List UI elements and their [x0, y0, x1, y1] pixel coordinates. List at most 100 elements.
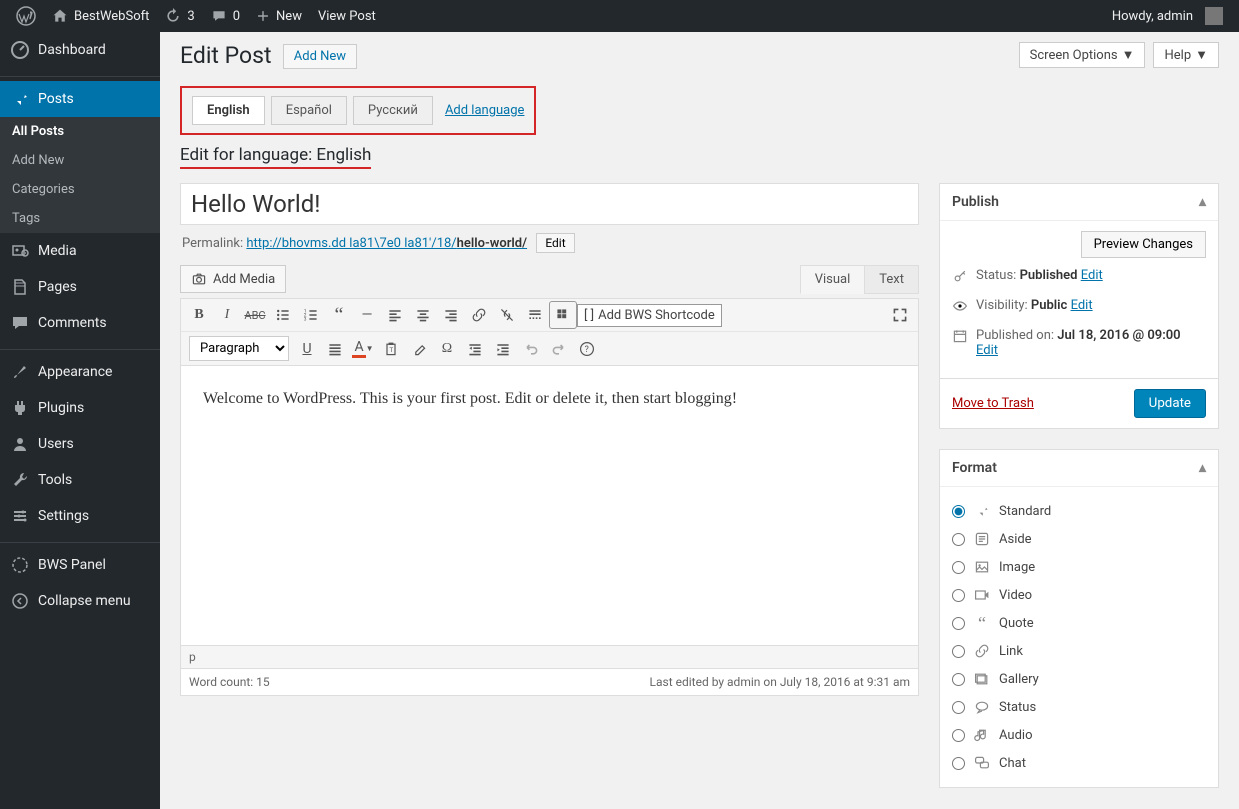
format-chat[interactable]: Chat [952, 749, 1206, 777]
format-image[interactable]: Image [952, 553, 1206, 581]
update-button[interactable]: Update [1134, 389, 1206, 418]
lang-tab-spanish[interactable]: Español [271, 96, 347, 125]
shortcode-icon: [ ] [584, 308, 594, 323]
key-icon [952, 268, 968, 288]
menu-tools[interactable]: Tools [0, 462, 160, 498]
main-content: Screen Options ▼ Help ▼ Edit Post Add Ne… [160, 32, 1239, 809]
sub-tags[interactable]: Tags [0, 204, 160, 233]
format-audio[interactable]: Audio [952, 721, 1206, 749]
link-button[interactable] [465, 301, 493, 329]
svg-text:T: T [389, 346, 393, 354]
justify-button[interactable] [321, 335, 349, 363]
sub-categories[interactable]: Categories [0, 175, 160, 204]
add-language-link[interactable]: Add language [445, 103, 525, 118]
editor-toolbar: B I ABC 123 “ — [ ]Add BWS Shortcode [180, 298, 919, 366]
format-link[interactable]: Link [952, 637, 1206, 665]
edit-status-link[interactable]: Edit [1081, 268, 1103, 283]
format-standard[interactable]: Standard [952, 497, 1206, 525]
publish-toggle[interactable]: Publish▴ [940, 184, 1218, 221]
format-status[interactable]: Status [952, 693, 1206, 721]
align-center-button[interactable] [409, 301, 437, 329]
ul-button[interactable] [269, 301, 297, 329]
special-char-button[interactable]: Ω [433, 335, 461, 363]
wordpress-icon [16, 6, 36, 26]
underline-button[interactable]: U [293, 335, 321, 363]
pin-icon [10, 89, 30, 109]
comments-icon [10, 313, 30, 333]
more-button[interactable] [521, 301, 549, 329]
outdent-button[interactable] [461, 335, 489, 363]
tools-icon [10, 470, 30, 490]
format-video[interactable]: Video [952, 581, 1206, 609]
chevron-down-icon: ▼ [1122, 47, 1135, 63]
redo-button[interactable] [545, 335, 573, 363]
format-toggle[interactable]: Format▴ [940, 450, 1218, 487]
avatar [1205, 7, 1223, 25]
help-button[interactable]: Help ▼ [1153, 42, 1219, 68]
quote-button[interactable]: “ [325, 301, 353, 329]
new-link[interactable]: New [248, 0, 310, 32]
comments-link[interactable]: 0 [203, 0, 248, 32]
help-icon-button[interactable]: ? [573, 335, 601, 363]
format-select[interactable]: Paragraph [189, 336, 289, 361]
menu-plugins[interactable]: Plugins [0, 390, 160, 426]
undo-button[interactable] [517, 335, 545, 363]
edit-date-link[interactable]: Edit [976, 343, 998, 358]
format-quote[interactable]: “Quote [952, 609, 1206, 637]
editor-content[interactable]: Welcome to WordPress. This is your first… [180, 366, 919, 646]
sub-all-posts[interactable]: All Posts [0, 117, 160, 146]
move-to-trash-link[interactable]: Move to Trash [952, 396, 1034, 411]
textcolor-button[interactable]: A ▼ [349, 335, 377, 363]
edit-visibility-link[interactable]: Edit [1071, 298, 1093, 313]
bold-button[interactable]: B [185, 301, 213, 329]
menu-posts[interactable]: Posts [0, 81, 160, 117]
indent-button[interactable] [489, 335, 517, 363]
ol-button[interactable]: 123 [297, 301, 325, 329]
edit-permalink-button[interactable]: Edit [536, 233, 574, 253]
video-icon [973, 586, 991, 604]
post-title-input[interactable] [180, 183, 919, 225]
bws-icon [10, 555, 30, 575]
editor-tab-visual[interactable]: Visual [800, 265, 866, 294]
italic-button[interactable]: I [213, 301, 241, 329]
strike-button[interactable]: ABC [241, 301, 269, 329]
add-new-button[interactable]: Add New [283, 44, 357, 69]
paste-text-button[interactable]: T [377, 335, 405, 363]
align-right-button[interactable] [437, 301, 465, 329]
editor-tab-text[interactable]: Text [864, 265, 919, 294]
lang-tab-english[interactable]: English [192, 96, 265, 125]
menu-dashboard[interactable]: Dashboard [0, 32, 160, 68]
account-link[interactable]: Howdy, admin [1104, 0, 1231, 32]
bws-shortcode-button[interactable]: [ ]Add BWS Shortcode [577, 304, 722, 327]
menu-settings[interactable]: Settings [0, 498, 160, 534]
menu-users[interactable]: Users [0, 426, 160, 462]
image-icon [973, 558, 991, 576]
permalink-url[interactable]: http://bhovms.dd la81\7e0 la81'/18/hello… [246, 236, 527, 251]
preview-changes-button[interactable]: Preview Changes [1081, 231, 1206, 258]
menu-media[interactable]: Media [0, 233, 160, 269]
menu-appearance[interactable]: Appearance [0, 354, 160, 390]
dashboard-icon [10, 40, 30, 60]
format-aside[interactable]: Aside [952, 525, 1206, 553]
menu-bws-panel[interactable]: BWS Panel [0, 547, 160, 583]
clear-format-button[interactable] [405, 335, 433, 363]
lang-tab-russian[interactable]: Русский [353, 96, 433, 125]
menu-comments[interactable]: Comments [0, 305, 160, 341]
screen-options-button[interactable]: Screen Options ▼ [1019, 42, 1146, 68]
format-gallery[interactable]: Gallery [952, 665, 1206, 693]
unlink-button[interactable] [493, 301, 521, 329]
toolbar-toggle-button[interactable] [549, 301, 577, 329]
site-link[interactable]: BestWebSoft [44, 0, 157, 32]
view-post-link[interactable]: View Post [310, 0, 384, 32]
hr-button[interactable]: — [353, 301, 381, 329]
collapse-menu[interactable]: Collapse menu [0, 583, 160, 619]
updates-link[interactable]: 3 [157, 0, 202, 32]
chevron-up-icon: ▴ [1199, 194, 1206, 210]
fullscreen-button[interactable] [886, 301, 914, 329]
home-icon [52, 8, 68, 24]
plugin-icon [10, 398, 30, 418]
align-left-button[interactable] [381, 301, 409, 329]
wp-logo[interactable] [8, 0, 44, 32]
sub-add-new[interactable]: Add New [0, 146, 160, 175]
menu-pages[interactable]: Pages [0, 269, 160, 305]
